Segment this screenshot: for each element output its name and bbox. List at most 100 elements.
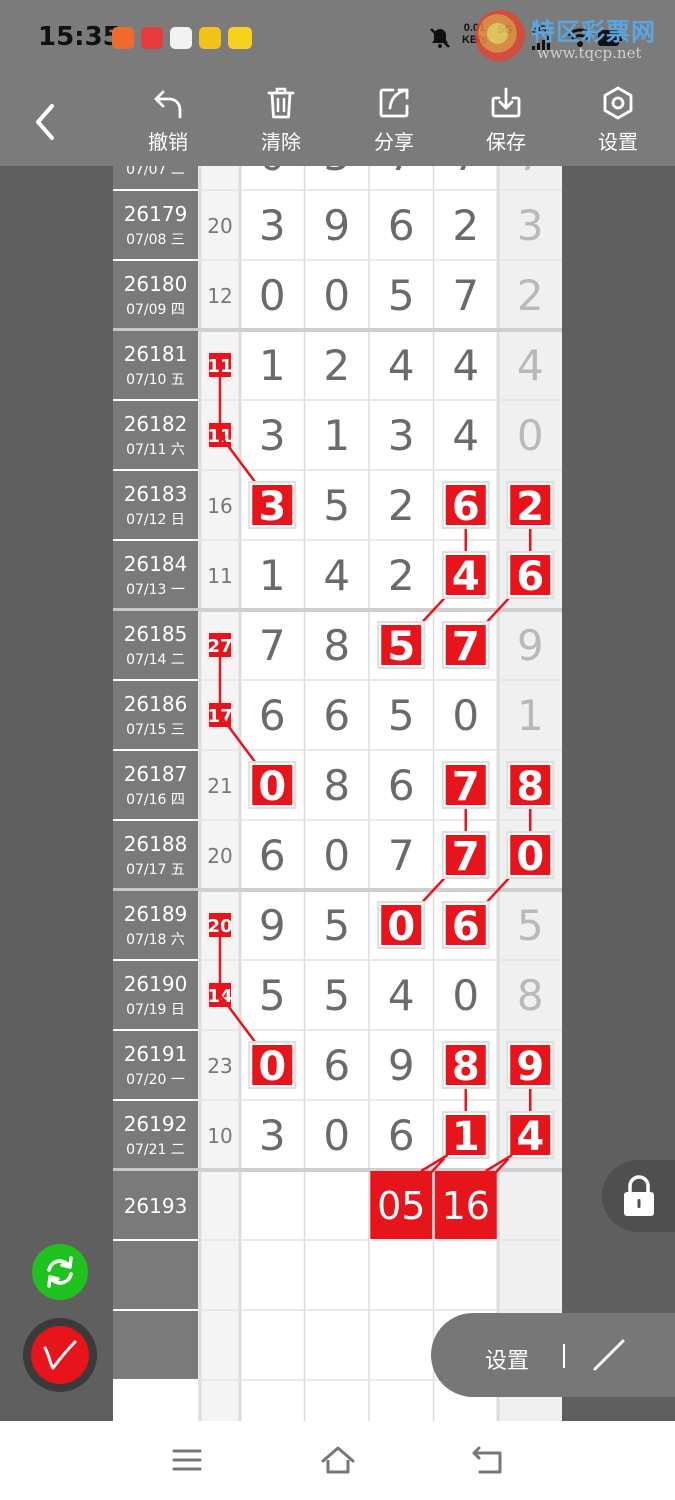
app-notification-icon bbox=[170, 27, 192, 49]
digit-value: 5 bbox=[387, 624, 415, 670]
digit-value: 5 bbox=[259, 971, 286, 1020]
trend-chart[interactable]: 2617807/07 二2617907/08 三202618007/09 四12… bbox=[113, 166, 562, 1421]
digit-value: 9 bbox=[516, 1044, 544, 1090]
digit-value: 1 bbox=[517, 691, 544, 740]
pen-button[interactable] bbox=[23, 1318, 97, 1392]
watermark-url: www.tqcp.net bbox=[537, 44, 642, 62]
sum-value: 20 bbox=[207, 214, 232, 238]
undo-button[interactable]: 撤销 bbox=[128, 86, 208, 155]
digit-value: 0 bbox=[323, 271, 350, 320]
menu-icon[interactable] bbox=[170, 1443, 204, 1477]
issue-date: 07/19 日 bbox=[126, 1002, 185, 1018]
issue-date: 07/08 三 bbox=[126, 232, 185, 248]
digit-value: 2 bbox=[388, 481, 415, 530]
digit-value: 7 bbox=[452, 166, 479, 180]
digit-value: 7 bbox=[517, 166, 544, 180]
issue-date: 07/17 五 bbox=[126, 862, 185, 878]
digit-value: 4 bbox=[516, 1114, 544, 1160]
digit-value: 4 bbox=[388, 971, 415, 1020]
issue-number: 26180 bbox=[124, 272, 188, 296]
digit-value: 8 bbox=[323, 621, 350, 670]
digit-value: 1 bbox=[323, 411, 350, 460]
settings-pill: 设置 bbox=[431, 1313, 675, 1397]
digit-value: 2 bbox=[388, 551, 415, 600]
lock-button[interactable] bbox=[602, 1160, 675, 1232]
issue-number: 26185 bbox=[124, 622, 188, 646]
digit-value: 1 bbox=[259, 341, 286, 390]
issue-date: 07/12 日 bbox=[126, 512, 185, 528]
issue-number: 26193 bbox=[124, 1194, 188, 1218]
back-button[interactable] bbox=[26, 100, 66, 144]
pen-stroke-icon bbox=[43, 1340, 77, 1370]
sum-value: 23 bbox=[207, 1054, 232, 1078]
digit-value: 4 bbox=[388, 341, 415, 390]
digit-value: 4 bbox=[517, 341, 544, 390]
share-button[interactable]: 分享 bbox=[354, 86, 434, 155]
digit-value: 4 bbox=[452, 411, 479, 460]
back-nav-icon[interactable] bbox=[470, 1443, 504, 1477]
digit-value: 1 bbox=[452, 1114, 480, 1160]
undo-label: 撤销 bbox=[148, 130, 188, 154]
sum-value: 20 bbox=[207, 844, 232, 868]
issue-date: 07/18 六 bbox=[126, 932, 185, 948]
issue-cell bbox=[113, 1241, 198, 1309]
gear-hexagon-icon bbox=[603, 86, 633, 120]
pill-divider bbox=[563, 1344, 565, 1368]
digit-value: 5 bbox=[323, 901, 350, 950]
sum-value: 21 bbox=[207, 774, 232, 798]
pill-settings-button[interactable]: 设置 bbox=[485, 1343, 529, 1375]
digit-value: 3 bbox=[388, 411, 415, 460]
status-bar: 15:35 0.01 KB/s 5G 5G 特区彩票网 www.tqcp.net bbox=[0, 0, 675, 74]
issue-number: 26189 bbox=[124, 902, 188, 926]
digit-value: 1 bbox=[259, 551, 286, 600]
issue-date: 07/10 五 bbox=[126, 372, 185, 388]
share-icon bbox=[379, 88, 409, 118]
digit-value: 0 bbox=[323, 1111, 350, 1160]
nav-bar bbox=[0, 1421, 675, 1500]
digit-value: 6 bbox=[388, 1111, 415, 1160]
clear-button[interactable]: 清除 bbox=[241, 86, 321, 155]
home-icon[interactable] bbox=[320, 1443, 356, 1477]
line-tool-icon[interactable] bbox=[589, 1335, 629, 1375]
save-button[interactable]: 保存 bbox=[466, 86, 546, 155]
sum-value: 11 bbox=[207, 564, 232, 588]
prediction-value: 16 bbox=[442, 1184, 490, 1228]
digit-value: 7 bbox=[452, 834, 480, 880]
digit-value: 5 bbox=[388, 691, 415, 740]
digit-value: 0 bbox=[517, 411, 544, 460]
issue-date: 07/14 二 bbox=[126, 652, 185, 668]
digit-value: 3 bbox=[259, 1111, 286, 1160]
digit-value: 7 bbox=[388, 831, 415, 880]
digit-value: 3 bbox=[259, 411, 286, 460]
digit-value: 7 bbox=[452, 764, 480, 810]
sum-value: 12 bbox=[207, 284, 232, 308]
digit-value: 3 bbox=[517, 201, 544, 250]
digit-value: 4 bbox=[452, 554, 480, 600]
clear-label: 清除 bbox=[261, 130, 301, 154]
digit-value: 9 bbox=[388, 1041, 415, 1090]
issue-number: 26179 bbox=[124, 202, 188, 226]
save-label: 保存 bbox=[486, 130, 526, 154]
settings-button[interactable]: 设置 bbox=[578, 86, 658, 155]
undo-icon bbox=[154, 90, 182, 119]
lock-icon bbox=[624, 1175, 654, 1216]
digit-value: 2 bbox=[323, 341, 350, 390]
digit-value: 0 bbox=[258, 1044, 286, 1090]
digit-value: 6 bbox=[388, 201, 415, 250]
digit-value: 0 bbox=[452, 691, 479, 740]
digit-value: 6 bbox=[259, 831, 286, 880]
settings-label: 设置 bbox=[598, 130, 638, 154]
digit-value: 2 bbox=[452, 201, 479, 250]
issue-number: 26191 bbox=[124, 1042, 188, 1066]
sum-value: 10 bbox=[207, 1124, 232, 1148]
digit-value: 5 bbox=[517, 901, 544, 950]
digit-value: 0 bbox=[516, 834, 544, 880]
digit-value: 7 bbox=[452, 271, 479, 320]
app-notification-icon bbox=[199, 27, 221, 49]
digit-value: 8 bbox=[517, 971, 544, 1020]
issue-date: 07/07 二 bbox=[126, 166, 185, 178]
refresh-button[interactable] bbox=[32, 1244, 88, 1300]
digit-value: 0 bbox=[323, 831, 350, 880]
digit-value: 5 bbox=[323, 481, 350, 530]
issue-number: 26184 bbox=[124, 552, 188, 576]
